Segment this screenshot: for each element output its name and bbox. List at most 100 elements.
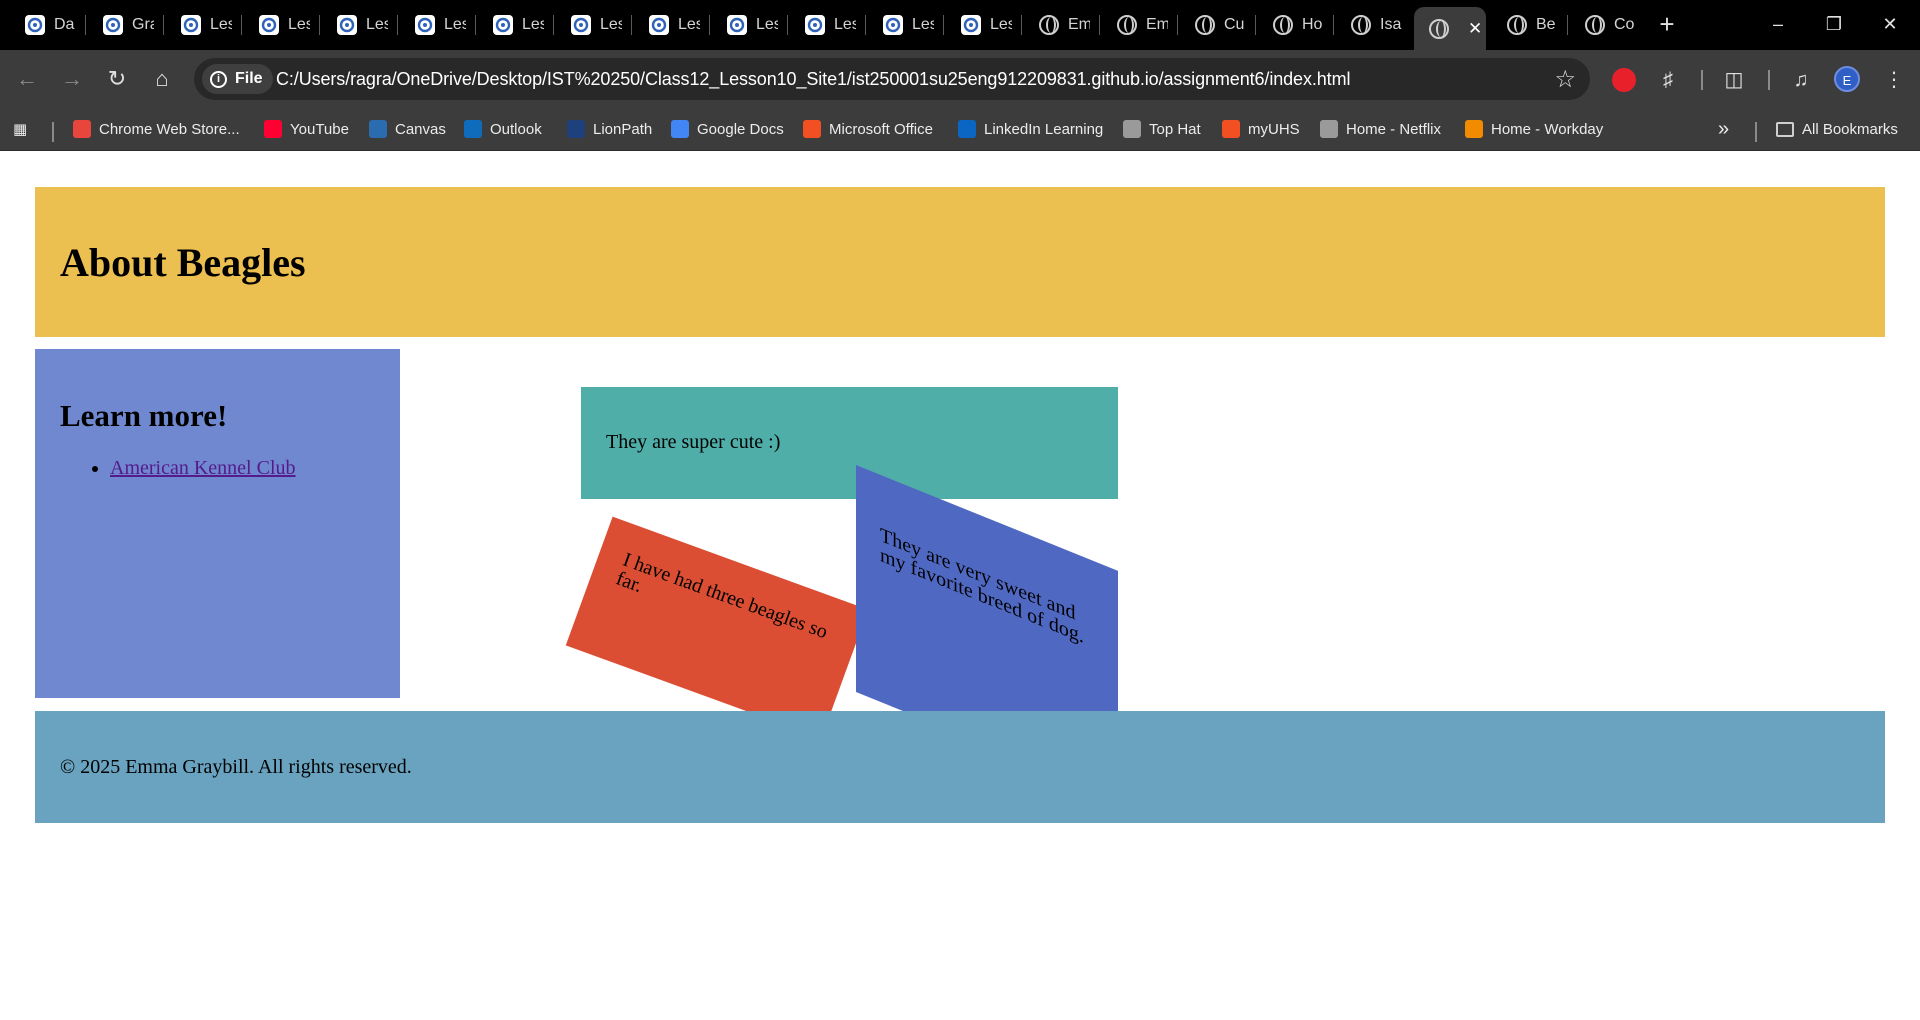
canvas-app-icon: [258, 14, 280, 36]
browser-tab[interactable]: Da: [10, 7, 82, 43]
tab-label: Be: [1536, 16, 1556, 33]
browser-tab[interactable]: Co: [1570, 7, 1642, 43]
tab-divider: [1333, 15, 1334, 35]
close-window-button[interactable]: ✕: [1862, 6, 1918, 42]
sidebar-title: Learn more!: [60, 398, 228, 433]
globe-icon: [1428, 18, 1450, 40]
canvas-app-icon: [960, 14, 982, 36]
bookmark-item[interactable]: Chrome Web Store...: [73, 116, 240, 142]
footer-text: © 2025 Emma Graybill. All rights reserve…: [60, 756, 412, 778]
canvas-app-icon: [492, 14, 514, 36]
browser-tab[interactable]: Em: [1102, 7, 1174, 43]
browser-tab[interactable]: ✕: [1414, 7, 1486, 50]
minimize-button[interactable]: –: [1750, 6, 1806, 42]
browser-tab[interactable]: Les: [478, 7, 550, 43]
canvas-app-icon: [180, 14, 202, 36]
bookmark-item[interactable]: Google Docs: [671, 116, 784, 142]
browser-tab[interactable]: Les: [946, 7, 1018, 43]
globe-icon: [1194, 14, 1216, 36]
bookmark-item[interactable]: Microsoft Office: [803, 116, 933, 142]
bookmark-item[interactable]: Top Hat: [1123, 116, 1201, 142]
bookmark-favicon-icon: [803, 120, 821, 138]
browser-tab[interactable]: Isa: [1336, 7, 1408, 43]
bookmark-item[interactable]: LinkedIn Learning: [958, 116, 1103, 142]
browser-tab[interactable]: Gra: [88, 7, 160, 43]
browser-tab[interactable]: Les: [166, 7, 238, 43]
site-info-chip[interactable]: i File: [202, 64, 273, 94]
tab-divider: [1177, 15, 1178, 35]
tab-divider: [163, 15, 164, 35]
home-button[interactable]: ⌂: [147, 64, 177, 94]
tab-label: Les: [600, 16, 622, 33]
american-kennel-club-link[interactable]: American Kennel Club: [110, 457, 296, 479]
tab-divider: [1021, 15, 1022, 35]
all-bookmarks-label: All Bookmarks: [1802, 120, 1898, 138]
teal-card: They are super cute :): [581, 387, 1118, 499]
restore-button[interactable]: ❐: [1806, 6, 1862, 42]
bookmark-item[interactable]: LionPath: [567, 116, 652, 142]
apps-grid-icon[interactable]: ▦: [13, 116, 27, 142]
tab-label: Em: [1146, 16, 1168, 33]
tab-label: Les: [522, 16, 544, 33]
bookmark-favicon-icon: [671, 120, 689, 138]
browser-tab[interactable]: Be: [1492, 7, 1564, 43]
teal-card-text: They are super cute :): [606, 431, 781, 453]
browser-tab[interactable]: Cu: [1180, 7, 1252, 43]
adblock-extension-icon[interactable]: [1612, 68, 1636, 92]
browser-tab[interactable]: Les: [322, 7, 394, 43]
reading-mode-icon[interactable]: ◫: [1718, 64, 1750, 96]
browser-toolbar: ← → ↻ ⌂ i File C:/Users/ragra/OneDrive/D…: [0, 50, 1920, 108]
canvas-app-icon: [726, 14, 748, 36]
tab-label: Gra: [132, 16, 154, 33]
bookmark-item[interactable]: Home - Netflix: [1320, 116, 1441, 142]
browser-tab[interactable]: Les: [556, 7, 628, 43]
bookmark-item[interactable]: Outlook: [464, 116, 542, 142]
browser-tab[interactable]: Les: [634, 7, 706, 43]
browser-tab[interactable]: Les: [244, 7, 316, 43]
bookmark-favicon-icon: [73, 120, 91, 138]
bookmarks-divider: [52, 122, 54, 142]
bookmark-favicon-icon: [464, 120, 482, 138]
bookmark-label: Google Docs: [697, 120, 784, 138]
bookmark-item[interactable]: Canvas: [369, 116, 446, 142]
extensions-puzzle-icon[interactable]: ♯: [1652, 64, 1684, 96]
browser-tab[interactable]: Ho: [1258, 7, 1330, 43]
browser-tab[interactable]: Em: [1024, 7, 1096, 43]
url-text[interactable]: C:/Users/ragra/OneDrive/Desktop/IST%2025…: [276, 69, 1350, 90]
folder-icon: [1776, 121, 1794, 137]
new-tab-button[interactable]: +: [1651, 9, 1683, 41]
browser-tab[interactable]: Les: [790, 7, 862, 43]
address-bar[interactable]: i File C:/Users/ragra/OneDrive/Desktop/I…: [194, 58, 1590, 100]
browser-tab[interactable]: Les: [400, 7, 472, 43]
bookmark-label: Home - Netflix: [1346, 120, 1442, 138]
bookmark-favicon-icon: [1320, 120, 1338, 138]
tab-divider: [319, 15, 320, 35]
bookmark-item[interactable]: myUHS: [1222, 116, 1300, 142]
media-controls-icon[interactable]: ♫: [1785, 64, 1817, 96]
close-tab-icon[interactable]: ✕: [1468, 19, 1482, 39]
blue-card-text: They are very sweet and my favorite bree…: [880, 523, 1084, 649]
menu-kebab-icon[interactable]: ⋮: [1878, 64, 1910, 96]
tab-strip: Da Gra Les Les Les Les Les Les Les Les Les Les Les Em…: [0, 0, 1920, 50]
bookmark-item[interactable]: YouTube: [264, 116, 349, 142]
reload-button[interactable]: ↻: [102, 64, 132, 94]
more-bookmarks-chevron-icon[interactable]: »: [1718, 116, 1729, 142]
tab-divider: [553, 15, 554, 35]
bookmark-label: YouTube: [290, 120, 349, 138]
tab-label: Les: [210, 16, 232, 33]
tab-divider: [865, 15, 866, 35]
browser-tab[interactable]: Les: [712, 7, 784, 43]
browser-tab[interactable]: Les: [868, 7, 940, 43]
back-button[interactable]: ←: [12, 64, 42, 94]
forward-button[interactable]: →: [57, 64, 87, 94]
canvas-app-icon: [882, 14, 904, 36]
orange-rotated-card: I have had three beagles so far.: [565, 516, 869, 739]
sidebar: Learn more! American Kennel Club: [35, 349, 400, 698]
tab-label: Les: [756, 16, 778, 33]
profile-avatar[interactable]: E: [1834, 66, 1860, 92]
globe-icon: [1584, 14, 1606, 36]
all-bookmarks-button[interactable]: All Bookmarks: [1776, 116, 1898, 142]
canvas-app-icon: [336, 14, 358, 36]
bookmark-item[interactable]: Home - Workday: [1465, 116, 1603, 142]
bookmark-star-icon[interactable]: ☆: [1554, 65, 1576, 94]
